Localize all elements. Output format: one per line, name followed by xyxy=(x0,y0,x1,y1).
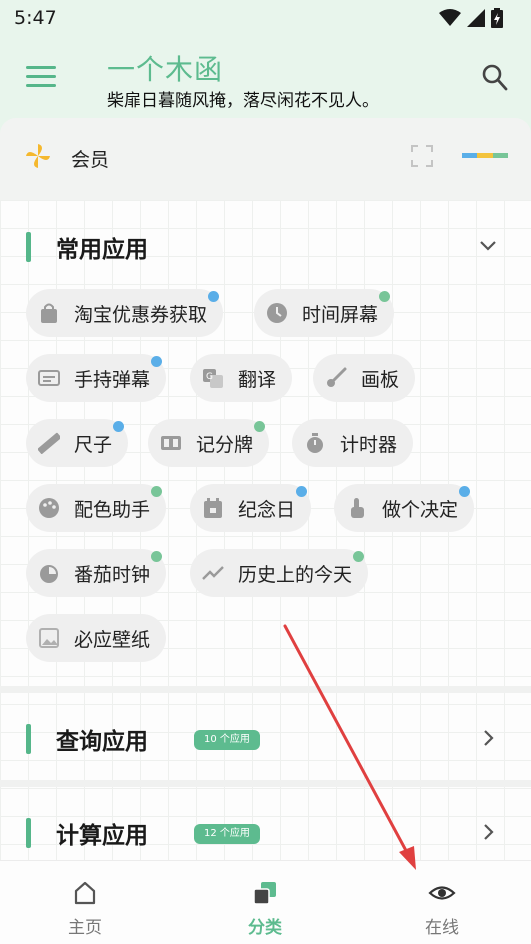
app-chip-label: 必应壁纸 xyxy=(74,628,151,651)
app-count-badge: 12 个应用 xyxy=(194,824,260,844)
app-chip-label: 计时器 xyxy=(340,433,398,456)
new-badge-dot xyxy=(208,291,220,302)
timer-icon xyxy=(40,565,58,583)
app-chip[interactable]: 时间屏幕 xyxy=(254,289,395,337)
clock-icon xyxy=(267,303,287,323)
member-label: 会员 xyxy=(71,149,110,171)
eye-icon xyxy=(428,886,456,900)
section-marker xyxy=(26,818,31,848)
app-chip[interactable]: 淘宝优惠券获取 xyxy=(26,289,224,337)
section-query[interactable]: 查询应用 10 个应用 xyxy=(0,718,531,758)
app-bar: 一个木函 柴扉日暮随风掩，落尽闲花不见人。 xyxy=(0,36,531,118)
translate-icon: G xyxy=(203,369,223,388)
app-chip[interactable]: 手持弹幕 xyxy=(26,354,167,402)
status-bar: 5:47 xyxy=(0,0,531,36)
app-chip-label: 做个决定 xyxy=(382,498,459,521)
section-common[interactable]: 常用应用 xyxy=(0,226,531,266)
new-badge-dot xyxy=(353,551,365,562)
new-badge-dot xyxy=(151,551,163,562)
stopwatch-icon xyxy=(307,433,323,453)
app-chip[interactable]: 画板 xyxy=(313,354,416,402)
scoreboard-icon xyxy=(161,436,181,450)
fullscreen-icon[interactable] xyxy=(410,144,434,168)
section-title: 查询应用 xyxy=(56,729,148,755)
app-chip[interactable]: 番茄时钟 xyxy=(26,549,167,597)
pinwheel-icon xyxy=(26,144,50,168)
bottom-nav: 主页 分类 在线 xyxy=(0,860,531,944)
new-badge-dot xyxy=(379,291,391,302)
app-chip[interactable]: 纪念日 xyxy=(190,484,312,532)
nav-home[interactable]: 主页 xyxy=(25,861,145,944)
brush-icon xyxy=(327,367,347,387)
app-chip[interactable]: 做个决定 xyxy=(334,484,475,532)
app-chip-label: 翻译 xyxy=(238,368,277,391)
svg-text:G: G xyxy=(206,372,213,382)
search-icon[interactable] xyxy=(482,64,508,92)
chevron-right-icon[interactable] xyxy=(478,728,498,748)
app-chip-label: 画板 xyxy=(361,368,400,391)
app-count-badge: 10 个应用 xyxy=(194,730,260,750)
app-chip-label: 淘宝优惠券获取 xyxy=(74,303,208,326)
hand-pointer-icon xyxy=(351,498,364,518)
section-divider xyxy=(0,780,531,787)
app-chip-label: 纪念日 xyxy=(238,498,296,521)
app-chip[interactable]: 记分牌 xyxy=(148,419,270,467)
new-badge-dot xyxy=(254,421,266,432)
nav-online[interactable]: 在线 xyxy=(382,861,502,944)
home-icon xyxy=(74,881,96,905)
section-marker xyxy=(26,232,31,262)
chevron-down-icon[interactable] xyxy=(478,236,498,256)
new-badge-dot xyxy=(459,486,471,497)
app-chip[interactable]: G 翻译 xyxy=(190,354,293,402)
app-chip[interactable]: 计时器 xyxy=(292,419,414,467)
menu-icon[interactable] xyxy=(26,66,56,88)
content-area: 常用应用 淘宝优惠券获取 时间屏幕 手持弹幕 G 翻译 画板 尺子 记分牌 计时… xyxy=(0,200,531,860)
app-chip[interactable]: 配色助手 xyxy=(26,484,167,532)
wifi-icon xyxy=(439,9,461,26)
nav-category[interactable]: 分类 xyxy=(205,861,325,944)
new-badge-dot xyxy=(151,356,163,367)
app-title: 一个木函 xyxy=(107,53,224,86)
app-chip-label: 尺子 xyxy=(74,433,113,456)
member-card[interactable]: 会员 xyxy=(0,118,531,200)
app-chip-label: 时间屏幕 xyxy=(302,303,379,326)
app-chip[interactable]: 必应壁纸 xyxy=(26,614,167,662)
nav-home-label: 主页 xyxy=(68,918,102,938)
app-chip-label: 手持弹幕 xyxy=(74,368,151,391)
palette-icon xyxy=(39,498,59,518)
nav-online-label: 在线 xyxy=(425,918,459,938)
new-badge-dot xyxy=(113,421,125,432)
battery-icon xyxy=(491,8,503,28)
new-badge-dot xyxy=(151,486,163,497)
section-marker xyxy=(26,724,31,754)
app-chip[interactable]: 尺子 xyxy=(26,419,129,467)
trending-icon xyxy=(202,566,224,580)
ruler-icon xyxy=(38,432,60,454)
app-subtitle: 柴扉日暮随风掩，落尽闲花不见人。 xyxy=(107,91,379,111)
section-divider xyxy=(0,686,531,693)
status-time: 5:47 xyxy=(14,7,57,29)
image-icon xyxy=(39,628,59,648)
app-chip[interactable]: 历史上的今天 xyxy=(190,549,369,597)
new-badge-dot xyxy=(296,486,308,497)
section-title: 常用应用 xyxy=(56,237,148,263)
calendar-icon xyxy=(204,498,222,518)
color-bar xyxy=(462,153,508,158)
section-calc[interactable]: 计算应用 12 个应用 xyxy=(0,812,531,852)
shopping-bag-icon xyxy=(41,303,57,323)
app-chip-label: 历史上的今天 xyxy=(238,563,353,586)
category-icon xyxy=(253,882,276,905)
chevron-right-icon[interactable] xyxy=(478,822,498,842)
app-chip-label: 番茄时钟 xyxy=(74,563,151,586)
signal-icon xyxy=(467,9,485,27)
app-chip-label: 配色助手 xyxy=(74,498,151,521)
nav-category-label: 分类 xyxy=(248,918,282,938)
status-icons xyxy=(439,8,503,28)
subtitles-icon xyxy=(38,370,60,386)
app-chip-label: 记分牌 xyxy=(196,433,254,456)
section-title: 计算应用 xyxy=(56,823,148,849)
